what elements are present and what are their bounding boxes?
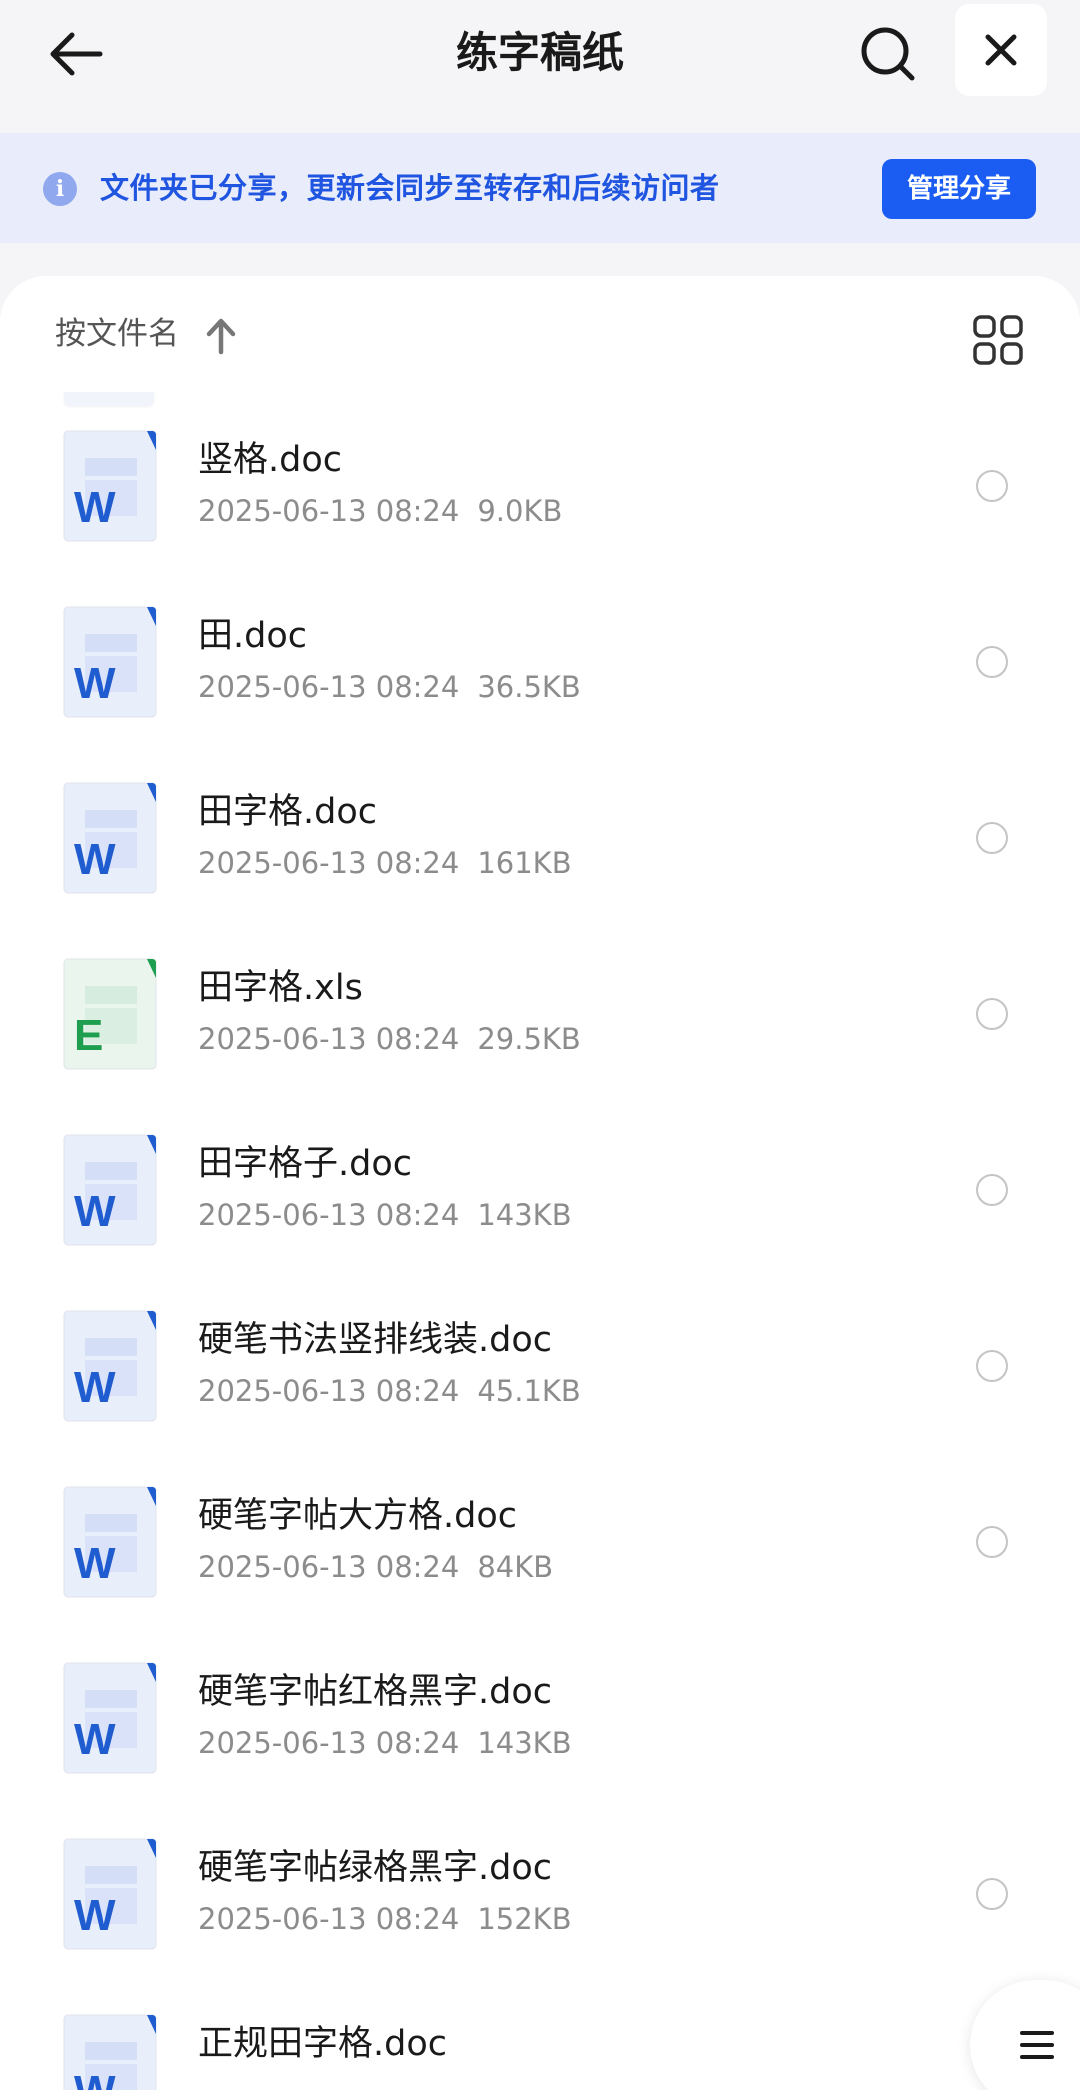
word-file-icon: W: [63, 2014, 157, 2090]
manage-share-button[interactable]: 管理分享: [882, 159, 1036, 219]
select-radio[interactable]: [976, 1174, 1008, 1206]
file-name: 田字格子.doc: [198, 1144, 412, 1184]
svg-text:W: W: [74, 1187, 116, 1236]
file-size: 84KB: [477, 1550, 554, 1584]
file-date: 2025-06-13 08:24: [198, 1550, 460, 1584]
file-date: 2025-06-13 08:24: [198, 670, 460, 704]
sort-bar: 按文件名: [0, 276, 1080, 402]
file-meta: 2025-06-13 08:24 152KB: [198, 1898, 572, 1940]
file-size: 143KB: [477, 1198, 572, 1232]
svg-text:W: W: [74, 1539, 116, 1588]
word-file-icon: W: [63, 1310, 157, 1422]
menu-icon: [1020, 2031, 1054, 2059]
file-date: 2025-06-13 08:24: [198, 846, 460, 880]
file-name: 田字格.xls: [198, 968, 363, 1008]
file-meta: 2025-06-13 08:24 45.1KB: [198, 1370, 581, 1412]
svg-text:W: W: [74, 1891, 116, 1940]
file-meta: 2025-06-13 08:24 143KB: [198, 1194, 572, 1236]
word-file-icon: W: [63, 1486, 157, 1598]
svg-text:W: W: [74, 659, 116, 708]
info-icon: i: [43, 172, 77, 206]
svg-text:W: W: [74, 1715, 116, 1764]
svg-text:W: W: [74, 2067, 116, 2090]
svg-text:W: W: [74, 1363, 116, 1412]
file-row[interactable]: W 硬笔字帖大方格.doc 2025-06-13 08:24 84KB: [0, 1486, 1080, 1662]
file-row[interactable]: W 硬笔书法竖排线装.doc 2025-06-13 08:24 45.1KB: [0, 1310, 1080, 1486]
file-row[interactable]: W 田字格子.doc 2025-06-13 08:24 143KB: [0, 1134, 1080, 1310]
file-row[interactable]: W 硬笔字帖绿格黑字.doc 2025-06-13 08:24 152KB: [0, 1838, 1080, 2014]
file-size: 36.5KB: [477, 670, 581, 704]
top-bar: 练字稿纸: [0, 0, 1080, 133]
svg-text:W: W: [74, 483, 116, 532]
file-name: 硬笔字帖绿格黑字.doc: [198, 1848, 552, 1888]
word-file-icon: W: [63, 1838, 157, 1950]
select-radio[interactable]: [976, 1350, 1008, 1382]
select-radio[interactable]: [976, 470, 1008, 502]
file-size: 29.5KB: [477, 1022, 581, 1056]
file-list-card: 按文件名 W 竖格.doc 2025-06-13 08:24 9.0KB W 田.doc 2…: [0, 276, 1080, 2090]
close-button[interactable]: [955, 4, 1047, 96]
file-date: 2025-06-13 08:24: [198, 1022, 460, 1056]
word-file-icon: W: [63, 782, 157, 894]
word-file-icon: W: [63, 1134, 157, 1246]
close-icon: [985, 34, 1017, 66]
file-name: 正规田字格.doc: [198, 2024, 447, 2064]
partial-file-icon: [64, 392, 154, 406]
file-name: 田.doc: [198, 616, 307, 656]
file-row[interactable]: W 硬笔字帖红格黑字.doc 2025-06-13 08:24 143KB: [0, 1662, 1080, 1838]
file-size: 161KB: [477, 846, 572, 880]
file-row[interactable]: W 竖格.doc 2025-06-13 08:24 9.0KB: [0, 430, 1080, 606]
word-file-icon: W: [63, 1662, 157, 1774]
select-radio[interactable]: [976, 646, 1008, 678]
file-meta: 2025-06-13 08:24 36.5KB: [198, 666, 581, 708]
file-row[interactable]: W 田.doc 2025-06-13 08:24 36.5KB: [0, 606, 1080, 782]
file-size: 45.1KB: [477, 1374, 581, 1408]
search-button[interactable]: [850, 16, 926, 92]
file-name: 竖格.doc: [198, 440, 342, 480]
file-size: 9.0KB: [477, 494, 563, 528]
file-date: 2025-06-13 08:24: [198, 494, 460, 528]
svg-text:E: E: [74, 1011, 103, 1060]
file-name: 硬笔字帖大方格.doc: [198, 1496, 517, 1536]
select-radio[interactable]: [976, 1878, 1008, 1910]
word-file-icon: W: [63, 430, 157, 542]
file-meta: 2025-06-13 08:24 84KB: [198, 1546, 553, 1588]
file-size: 143KB: [477, 1726, 572, 1760]
file-name: 硬笔书法竖排线装.doc: [198, 1320, 552, 1360]
file-meta: 2025-06-13 08:24 161KB: [198, 842, 572, 884]
share-notice-banner: i 文件夹已分享，更新会同步至转存和后续访问者 管理分享: [0, 133, 1080, 243]
sort-by-name-button[interactable]: 按文件名: [55, 312, 179, 356]
file-meta: 2025-06-13 08:24 143KB: [198, 1722, 572, 1764]
file-date: 2025-06-13 08:24: [198, 1198, 460, 1232]
file-row[interactable]: W 正规田字格.doc: [0, 2014, 1080, 2090]
word-file-icon: W: [63, 606, 157, 718]
select-radio[interactable]: [976, 822, 1008, 854]
file-name: 硬笔字帖红格黑字.doc: [198, 1672, 552, 1712]
search-icon: [861, 27, 915, 81]
excel-file-icon: E: [63, 958, 157, 1070]
file-size: 152KB: [477, 1902, 572, 1936]
file-date: 2025-06-13 08:24: [198, 1726, 460, 1760]
select-radio[interactable]: [976, 998, 1008, 1030]
svg-text:W: W: [74, 835, 116, 884]
file-row[interactable]: W 田字格.doc 2025-06-13 08:24 161KB: [0, 782, 1080, 958]
file-date: 2025-06-13 08:24: [198, 1374, 460, 1408]
grid-view-icon[interactable]: [972, 314, 1024, 366]
arrow-up-icon[interactable]: [203, 316, 239, 356]
file-meta: 2025-06-13 08:24 9.0KB: [198, 490, 562, 532]
file-date: 2025-06-13 08:24: [198, 1902, 460, 1936]
notice-text: 文件夹已分享，更新会同步至转存和后续访问者: [100, 171, 720, 205]
select-radio[interactable]: [976, 1526, 1008, 1558]
file-row[interactable]: E 田字格.xls 2025-06-13 08:24 29.5KB: [0, 958, 1080, 1134]
file-meta: 2025-06-13 08:24 29.5KB: [198, 1018, 581, 1060]
file-name: 田字格.doc: [198, 792, 377, 832]
